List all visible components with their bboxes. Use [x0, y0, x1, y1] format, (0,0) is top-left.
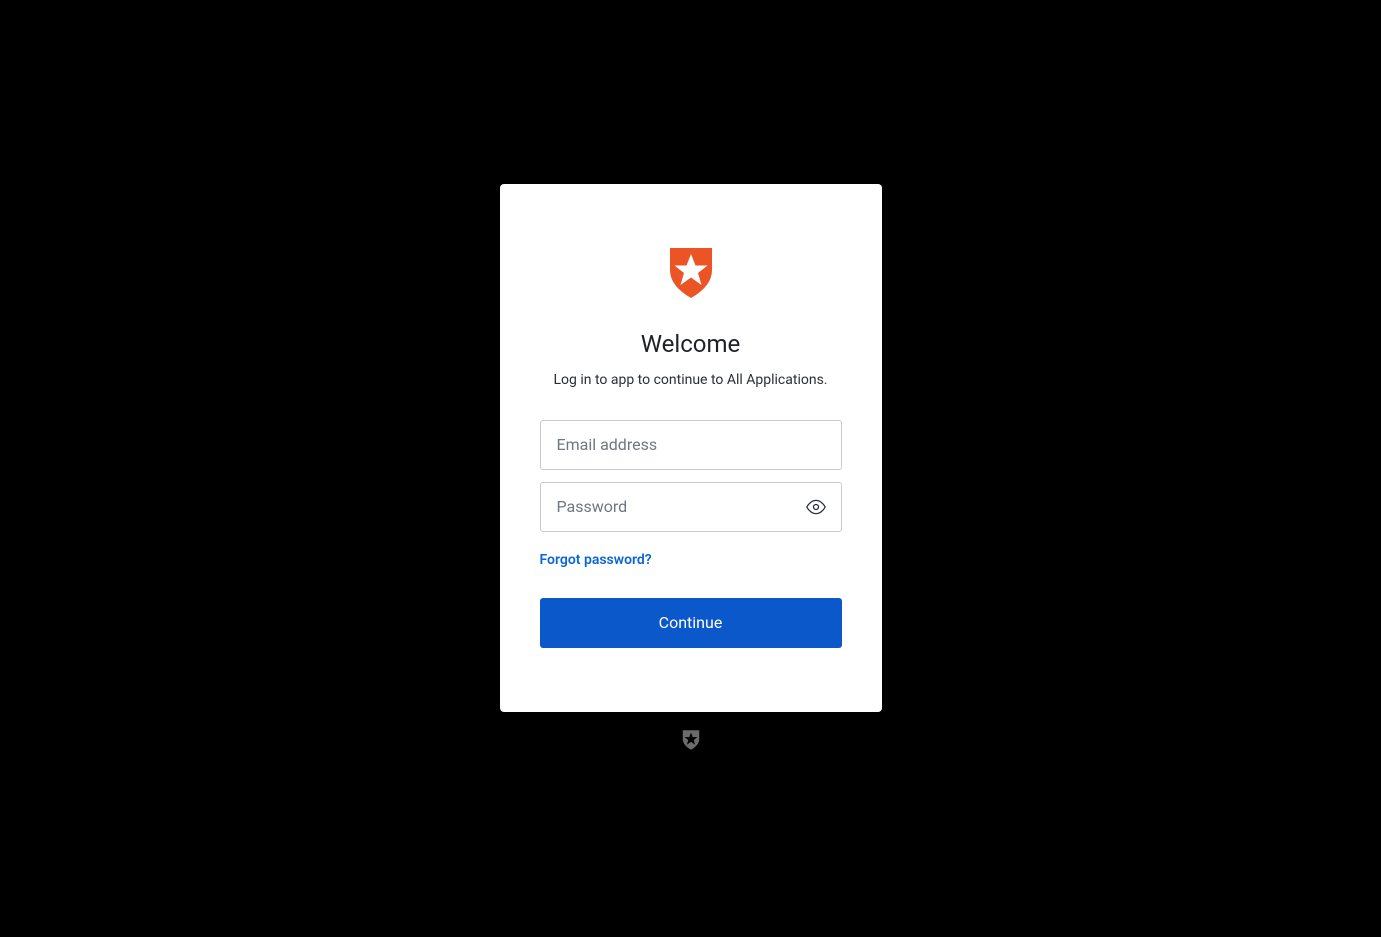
brand-logo: [668, 248, 714, 302]
password-input[interactable]: [540, 482, 842, 532]
shield-star-small-icon: [682, 730, 700, 750]
shield-star-icon: [668, 248, 714, 298]
welcome-heading: Welcome: [641, 330, 741, 358]
login-card: Welcome Log in to app to continue to All…: [500, 184, 882, 712]
login-subheading: Log in to app to continue to All Applica…: [554, 372, 828, 388]
footer-brand-logo: [682, 730, 700, 754]
password-field-wrapper: [540, 482, 842, 532]
continue-button[interactable]: Continue: [540, 598, 842, 648]
forgot-password-link[interactable]: Forgot password?: [540, 552, 652, 568]
email-field-wrapper: [540, 420, 842, 470]
show-password-button[interactable]: [802, 493, 830, 521]
eye-icon: [806, 497, 826, 517]
email-input[interactable]: [540, 420, 842, 470]
